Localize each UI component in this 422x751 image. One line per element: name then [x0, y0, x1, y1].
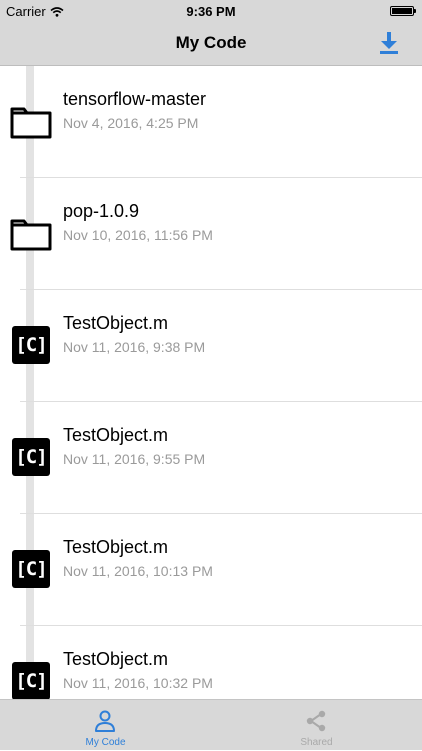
folder-icon	[10, 102, 52, 140]
file-name: TestObject.m	[63, 537, 169, 557]
code-file-icon-text: [C]	[15, 334, 47, 356]
battery-icon	[390, 6, 416, 16]
code-file-icon: [C]	[12, 550, 50, 588]
file-date: Nov 11, 2016, 10:32 PM	[63, 675, 213, 691]
code-file-icon: [C]	[12, 438, 50, 476]
tab-shared[interactable]: Shared	[211, 700, 422, 751]
status-time: 9:36 PM	[186, 4, 236, 19]
code-file-icon-text: [C]	[15, 670, 47, 692]
status-bar: Carrier 9:36 PM	[0, 0, 422, 22]
list-item[interactable]: [C] TestObject.m Nov 11, 2016, 9:38 PM	[0, 290, 422, 402]
list-item[interactable]: pop-1.0.9 Nov 10, 2016, 11:56 PM	[0, 178, 422, 290]
page-title: My Code	[175, 33, 247, 52]
code-file-icon-text: [C]	[15, 446, 47, 468]
file-date: Nov 11, 2016, 10:13 PM	[63, 563, 213, 579]
share-icon	[306, 710, 326, 732]
code-file-icon: [C]	[12, 662, 50, 699]
tab-label: Shared	[300, 737, 333, 748]
file-list: tensorflow-master Nov 4, 2016, 4:25 PM pop…	[0, 66, 422, 699]
list-item[interactable]: [C] TestObject.m Nov 11, 2016, 9:55 PM	[0, 402, 422, 514]
file-date: Nov 4, 2016, 4:25 PM	[63, 115, 199, 131]
file-date: Nov 11, 2016, 9:55 PM	[63, 451, 206, 467]
file-name: TestObject.m	[63, 425, 169, 445]
tab-my-code[interactable]: My Code	[0, 700, 211, 751]
file-name: pop-1.0.9	[63, 201, 140, 221]
list-item[interactable]: [C] TestObject.m Nov 11, 2016, 10:13 PM	[0, 514, 422, 626]
navigation-bar: My Code	[0, 22, 422, 66]
file-date: Nov 10, 2016, 11:56 PM	[63, 227, 213, 243]
folder-icon	[10, 214, 52, 252]
file-name: tensorflow-master	[63, 89, 207, 109]
list-item[interactable]: tensorflow-master Nov 4, 2016, 4:25 PM	[0, 66, 422, 178]
code-file-icon-text: [C]	[15, 558, 47, 580]
code-file-icon: [C]	[12, 326, 50, 364]
file-date: Nov 11, 2016, 9:38 PM	[63, 339, 206, 355]
tab-label: My Code	[85, 737, 126, 748]
list-item[interactable]: [C] TestObject.m Nov 11, 2016, 10:32 PM	[0, 626, 422, 699]
file-name: TestObject.m	[63, 649, 169, 669]
tab-bar: My Code Shared	[0, 699, 422, 750]
file-name: TestObject.m	[63, 313, 169, 333]
download-icon[interactable]	[378, 31, 400, 55]
person-icon	[95, 710, 115, 732]
